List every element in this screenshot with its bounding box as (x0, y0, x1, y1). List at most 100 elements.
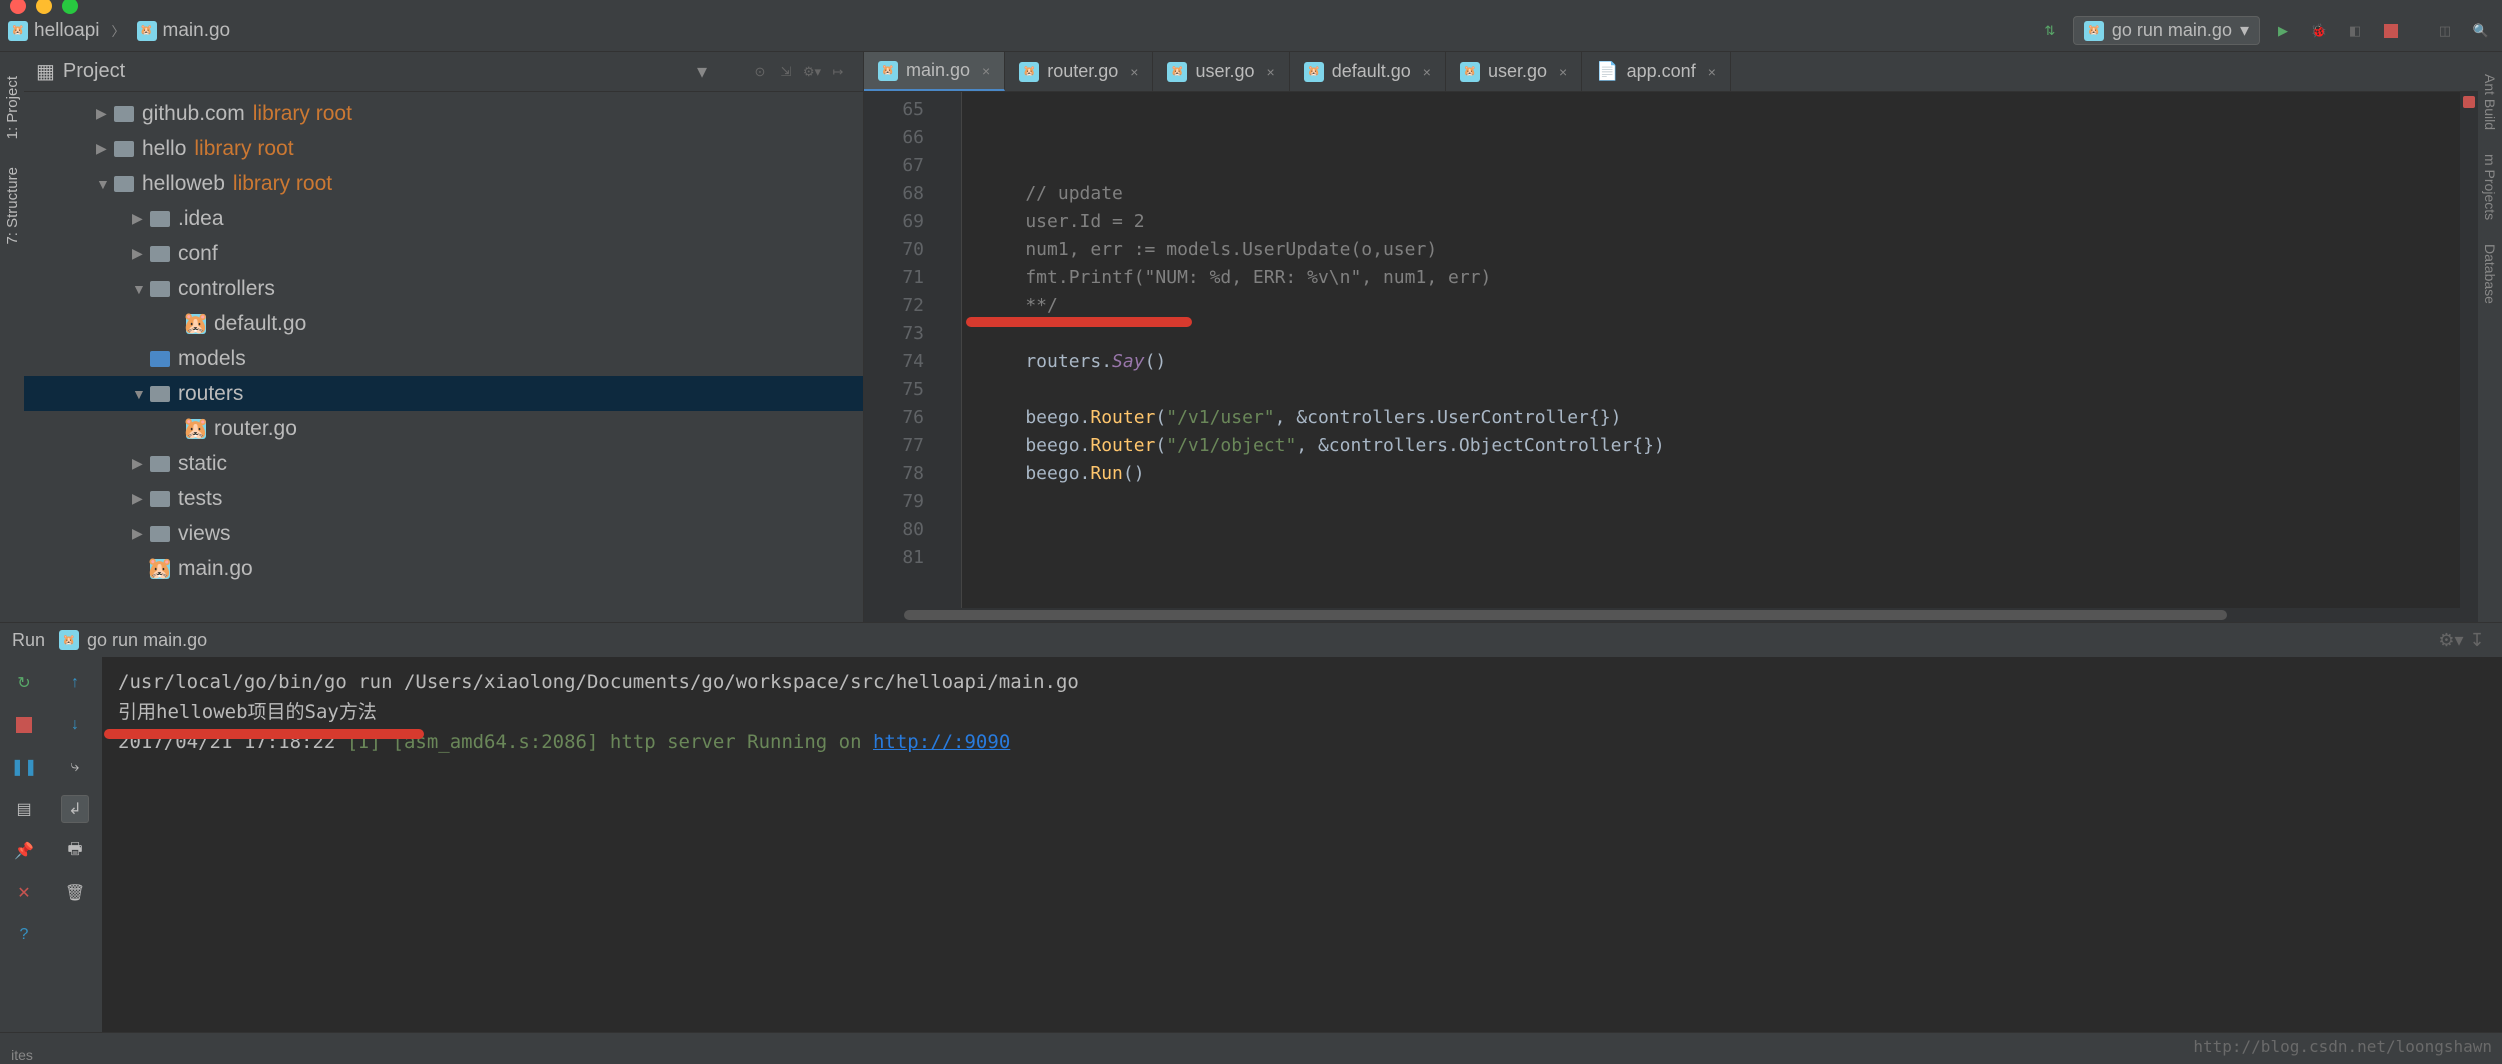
go-file-icon: 🐹 (186, 314, 206, 334)
tree-node-main-go[interactable]: 🐹main.go (24, 551, 863, 586)
search-icon[interactable]: 🔍 (2468, 18, 2494, 44)
chevron-right-icon[interactable]: ▶ (96, 140, 114, 157)
coverage-button[interactable]: ◧ (2342, 18, 2368, 44)
chevron-down-icon[interactable]: ▼ (132, 386, 150, 402)
error-marker-icon[interactable] (2463, 96, 2475, 108)
scrollbar-thumb[interactable] (904, 610, 2227, 620)
breadcrumb-item-project[interactable]: 🐹 helloapi (8, 20, 100, 42)
maximize-window-icon[interactable] (62, 0, 78, 14)
chevron-right-icon[interactable]: ▶ (132, 490, 150, 507)
left-tool-stripe: 1: Project 7: Structure (0, 52, 24, 622)
folder-icon (150, 491, 170, 507)
trash-icon[interactable]: 🗑 (61, 879, 89, 907)
gear-icon[interactable]: ⚙▾ (799, 59, 825, 85)
tree-node-controllers[interactable]: ▼controllers (24, 271, 863, 306)
layout-icon[interactable]: ◫ (2432, 18, 2458, 44)
run-button[interactable]: ▶ (2270, 18, 2296, 44)
m-projects-tool-button[interactable]: m Projects (2482, 154, 2498, 220)
run-panel: Run 🐹 go run main.go ⚙▾ ↧ ↻ ❚❚ ▤ 📌 ✕ ? ↑… (0, 622, 2502, 1032)
project-tool-button[interactable]: 1: Project (4, 76, 21, 139)
database-tool-button[interactable]: Database (2482, 244, 2498, 304)
tree-node-conf[interactable]: ▶ conf (24, 236, 863, 271)
close-tab-icon[interactable]: × (1559, 64, 1567, 80)
stop-icon[interactable] (10, 711, 38, 739)
line-number: 68 (864, 180, 924, 208)
tree-node-routers[interactable]: ▼routers (24, 376, 863, 411)
editor-tab-main-go[interactable]: 🐹main.go× (864, 52, 1005, 91)
update-icon[interactable]: ⇅ (2037, 18, 2063, 44)
chevron-right-icon[interactable]: ▶ (132, 210, 150, 227)
chevron-right-icon[interactable]: ▶ (96, 105, 114, 122)
collapse-icon[interactable]: ⇲ (773, 59, 799, 85)
dump-threads-icon[interactable]: ▤ (10, 795, 38, 823)
annotation-redline (966, 317, 1192, 327)
tree-label: conf (178, 242, 218, 266)
stop-button[interactable] (2378, 18, 2404, 44)
tab-label: user.go (1488, 61, 1547, 82)
breadcrumb-item-file[interactable]: 🐹 main.go (137, 20, 231, 42)
up-icon[interactable]: ↑ (61, 669, 89, 697)
editor-tab-user-go[interactable]: 🐹user.go× (1446, 52, 1582, 91)
project-view-icon[interactable]: ▦ (36, 59, 55, 84)
folder-icon (150, 386, 170, 402)
minimize-window-icon[interactable] (36, 0, 52, 14)
project-tree[interactable]: ▶github.comlibrary root▶hellolibrary roo… (24, 92, 863, 622)
close-window-icon[interactable] (10, 0, 26, 14)
chevron-down-icon[interactable]: ▼ (132, 281, 150, 297)
breadcrumb-label: helloapi (34, 20, 100, 42)
editor-tab-user-go[interactable]: 🐹user.go× (1153, 52, 1289, 91)
structure-tool-button[interactable]: 7: Structure (4, 167, 21, 245)
favorites-tool-button[interactable]: ites (11, 1047, 33, 1063)
tree-node-models[interactable]: models (24, 341, 863, 376)
chevron-down-icon[interactable]: ▼ (96, 176, 114, 192)
soft-wrap-icon[interactable]: ↲ (61, 795, 89, 823)
chevron-right-icon[interactable]: ▶ (132, 455, 150, 472)
tree-node-hello[interactable]: ▶hellolibrary root (24, 131, 863, 166)
run-panel-body: ↻ ❚❚ ▤ 📌 ✕ ? ↑ ↓ ⤷ ↲ 🖶 🗑 /usr/local/go/b… (0, 657, 2502, 1032)
goto-source-icon[interactable]: ⤷ (61, 753, 89, 781)
tree-node--idea[interactable]: ▶.idea (24, 201, 863, 236)
code-area[interactable]: // update user.Id = 2 num1, err := model… (962, 92, 2460, 608)
locate-icon[interactable]: ⊙ (747, 59, 773, 85)
pin-icon[interactable]: 📌 (10, 837, 38, 865)
gear-icon[interactable]: ⚙▾ (2438, 627, 2464, 653)
close-tab-icon[interactable]: × (1423, 64, 1431, 80)
code-line (982, 320, 2440, 348)
close-icon[interactable]: ✕ (10, 879, 38, 907)
error-stripe[interactable] (2460, 92, 2478, 608)
tree-node-router-go[interactable]: 🐹router.go (24, 411, 863, 446)
debug-button[interactable]: 🐞 (2306, 18, 2332, 44)
tree-node-github-com[interactable]: ▶github.comlibrary root (24, 96, 863, 131)
editor-tab-router-go[interactable]: 🐹router.go× (1005, 52, 1153, 91)
editor-tab-default-go[interactable]: 🐹default.go× (1290, 52, 1446, 91)
editor-tab-app-conf[interactable]: 📄app.conf× (1582, 52, 1731, 91)
run-panel-header: Run 🐹 go run main.go ⚙▾ ↧ (0, 623, 2502, 657)
chevron-right-icon[interactable]: ▶ (132, 525, 150, 542)
tree-node-default-go[interactable]: 🐹default.go (24, 306, 863, 341)
chevron-down-icon: ▾ (2240, 20, 2249, 41)
ant-tool-button[interactable]: Ant Build (2482, 74, 2498, 130)
line-number: 72 (864, 292, 924, 320)
print-icon[interactable]: 🖶 (61, 837, 89, 865)
close-tab-icon[interactable]: × (1130, 64, 1138, 80)
editor-hscrollbar[interactable] (864, 608, 2478, 622)
help-icon[interactable]: ? (10, 921, 38, 949)
console-output[interactable]: /usr/local/go/bin/go run /Users/xiaolong… (102, 657, 2502, 1032)
rerun-icon[interactable]: ↻ (10, 669, 38, 697)
hide-icon[interactable]: ↧ (2464, 627, 2490, 653)
down-icon[interactable]: ↓ (61, 711, 89, 739)
hide-icon[interactable]: ↦ (825, 59, 851, 85)
close-tab-icon[interactable]: × (982, 63, 990, 79)
close-tab-icon[interactable]: × (1267, 64, 1275, 80)
pause-icon[interactable]: ❚❚ (10, 753, 38, 781)
tree-node-views[interactable]: ▶views (24, 516, 863, 551)
tree-node-tests[interactable]: ▶tests (24, 481, 863, 516)
right-tool-stripe: Ant Build m Projects Database (2478, 52, 2502, 622)
chevron-right-icon[interactable]: ▶ (132, 245, 150, 262)
tree-node-helloweb[interactable]: ▼helloweblibrary root (24, 166, 863, 201)
run-config-dropdown[interactable]: 🐹 go run main.go ▾ (2073, 16, 2260, 45)
tree-node-static[interactable]: ▶static (24, 446, 863, 481)
close-tab-icon[interactable]: × (1708, 64, 1716, 80)
chevron-down-icon[interactable]: ▾ (697, 59, 707, 84)
console-link[interactable]: http://:9090 (873, 731, 1010, 753)
